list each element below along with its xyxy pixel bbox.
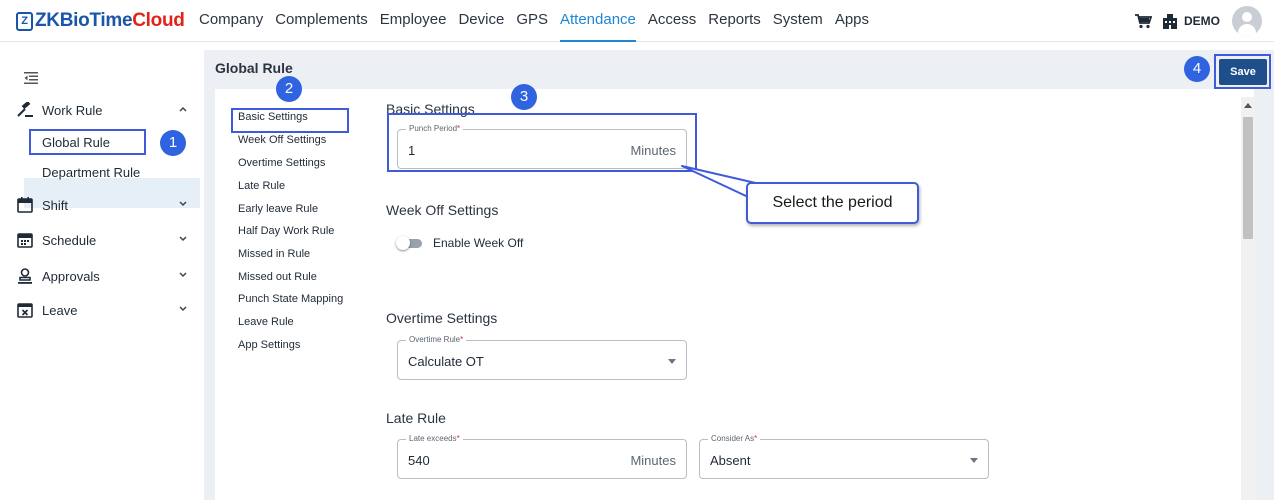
top-navigation-bar: Z ZKBioTime Cloud Company Complements Em…	[0, 0, 1274, 42]
late-exceeds-value: 540	[408, 453, 430, 468]
nav-access[interactable]: Access	[648, 0, 696, 42]
step-badge-2: 2	[276, 76, 302, 102]
consider-as-value: Absent	[710, 453, 751, 468]
punch-period-highlight-frame	[387, 113, 697, 172]
nav-company[interactable]: Company	[199, 0, 263, 42]
sidebar-group-label: Leave	[42, 302, 78, 318]
chevron-down-icon	[179, 236, 187, 242]
chevron-up-icon	[179, 106, 187, 112]
user-avatar-icon[interactable]	[1232, 6, 1262, 36]
cart-icon[interactable]	[1134, 13, 1152, 29]
logo-text-primary: ZKBioTime	[35, 10, 133, 31]
nav-apps[interactable]: Apps	[835, 0, 869, 42]
subnav-app-settings[interactable]: App Settings	[238, 339, 300, 351]
chevron-down-icon	[179, 272, 187, 278]
subnav-week-off-settings[interactable]: Week Off Settings	[238, 134, 326, 146]
step-badge-1: 1	[160, 130, 186, 156]
avatar-head	[1242, 12, 1252, 22]
select-period-callout: Select the period	[746, 182, 919, 224]
toggle-knob	[396, 236, 410, 250]
subnav-leave-rule[interactable]: Leave Rule	[238, 316, 294, 328]
nav-reports[interactable]: Reports	[708, 0, 761, 42]
field-label: Overtime Rule*	[406, 335, 467, 345]
nav-complements[interactable]: Complements	[275, 0, 368, 42]
nav-gps[interactable]: GPS	[516, 0, 548, 42]
vertical-scrollbar[interactable]	[1241, 97, 1255, 500]
company-label[interactable]: DEMO	[1184, 14, 1220, 28]
global-rule-highlight-frame	[29, 129, 146, 155]
scroll-up-arrow-icon[interactable]	[1244, 103, 1252, 108]
consider-as-select[interactable]: Consider As* Absent	[699, 434, 989, 479]
section-title-overtime: Overtime Settings	[386, 310, 498, 326]
section-title-week-off: Week Off Settings	[386, 202, 499, 218]
field-label: Late exceeds*	[406, 434, 463, 444]
sidebar-group-approvals[interactable]: Approvals	[16, 265, 192, 287]
page-title: Global Rule	[215, 60, 293, 76]
menu-collapse-icon[interactable]	[24, 72, 38, 84]
sidebar-group-label: Approvals	[42, 268, 100, 284]
main-panel: Global Rule Save Basic Settings Week Off…	[204, 50, 1274, 500]
sidebar-group-work-rule[interactable]: Work Rule	[16, 99, 192, 121]
chevron-down-icon	[179, 306, 187, 312]
calendar-x-icon	[16, 302, 34, 318]
nav-device[interactable]: Device	[458, 0, 504, 42]
nav-attendance[interactable]: Attendance	[560, 0, 636, 42]
sidebar: Work Rule Global Rule Department Rule Sh…	[0, 50, 200, 500]
nav-employee[interactable]: Employee	[380, 0, 447, 42]
gavel-icon	[16, 102, 34, 118]
nav-system[interactable]: System	[773, 0, 823, 42]
calendar-icon	[16, 197, 34, 213]
subnav-early-leave-rule[interactable]: Early leave Rule	[238, 203, 318, 215]
settings-card: Basic Settings Week Off Settings Overtim…	[215, 89, 1255, 500]
late-exceeds-unit: Minutes	[630, 453, 676, 468]
sidebar-group-schedule[interactable]: Schedule	[16, 229, 192, 251]
sidebar-group-label: Schedule	[42, 232, 97, 248]
subnav-punch-state-mapping[interactable]: Punch State Mapping	[238, 293, 343, 305]
building-icon[interactable]	[1162, 13, 1178, 29]
avatar-body	[1238, 24, 1256, 36]
section-title-late-rule: Late Rule	[386, 410, 446, 426]
step-badge-3: 3	[511, 84, 537, 110]
enable-week-off-label: Enable Week Off	[433, 236, 524, 250]
dropdown-caret-icon	[668, 359, 676, 364]
overtime-rule-value: Calculate OT	[408, 354, 484, 369]
zkbiotime-logo[interactable]: Z ZKBioTime Cloud	[16, 9, 185, 33]
sidebar-group-shift[interactable]: Shift	[16, 194, 192, 216]
subnav-overtime-settings[interactable]: Overtime Settings	[238, 157, 325, 169]
sidebar-group-label: Work Rule	[42, 102, 103, 118]
overtime-rule-label: Overtime Rule	[409, 335, 461, 344]
logo-text-secondary: Cloud	[132, 10, 185, 31]
consider-as-label: Consider As	[711, 434, 755, 443]
chevron-down-icon	[179, 201, 187, 207]
late-exceeds-field[interactable]: Late exceeds* 540 Minutes	[397, 434, 687, 479]
late-exceeds-label: Late exceeds	[409, 434, 457, 443]
main-nav: Company Complements Employee Device GPS …	[199, 0, 881, 42]
enable-week-off-toggle[interactable]	[396, 236, 424, 250]
required-mark: *	[460, 335, 464, 344]
dropdown-caret-icon	[970, 458, 978, 463]
sidebar-item-department-rule[interactable]: Department Rule	[42, 165, 140, 180]
field-label: Consider As*	[708, 434, 761, 444]
subnav-missed-in-rule[interactable]: Missed in Rule	[238, 248, 310, 260]
sidebar-group-leave[interactable]: Leave	[16, 299, 192, 321]
approval-person-icon	[16, 268, 34, 284]
sidebar-group-label: Shift	[42, 197, 69, 213]
subnav-half-day-work-rule[interactable]: Half Day Work Rule	[238, 225, 334, 237]
logo-mark-icon: Z	[16, 11, 33, 31]
calendar-grid-icon	[16, 232, 34, 248]
step-badge-4: 4	[1184, 56, 1210, 82]
overtime-rule-select[interactable]: Overtime Rule* Calculate OT	[397, 335, 687, 380]
subnav-late-rule[interactable]: Late Rule	[238, 180, 285, 192]
required-mark: *	[754, 434, 758, 443]
top-right-tools: DEMO	[1134, 6, 1262, 36]
subnav-highlight-frame	[231, 108, 349, 133]
scrollbar-thumb[interactable]	[1243, 117, 1253, 239]
subnav-missed-out-rule[interactable]: Missed out Rule	[238, 271, 317, 283]
required-mark: *	[456, 434, 460, 443]
save-highlight-frame	[1214, 54, 1271, 89]
